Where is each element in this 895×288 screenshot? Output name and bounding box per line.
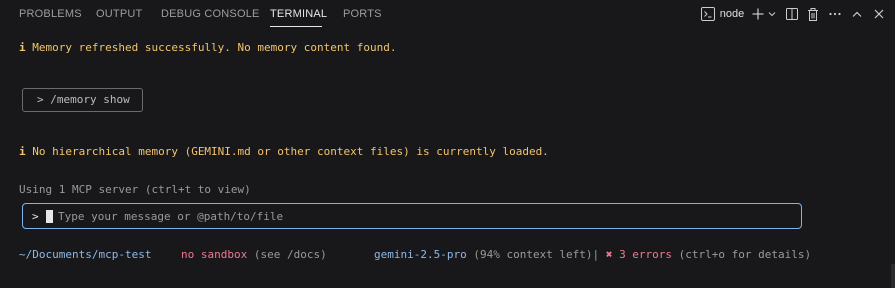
active-tab-indicator: [270, 26, 322, 27]
tab-problems[interactable]: PROBLEMS: [19, 8, 82, 20]
text-cursor: [46, 210, 53, 223]
working-directory: ~/Documents/mcp-test: [19, 248, 152, 261]
memory-refreshed-text: Memory refreshed successfully. No memory…: [32, 41, 397, 54]
no-memory-text: No hierarchical memory (GEMINI.md or oth…: [32, 145, 549, 158]
sandbox-hint: (see /docs): [253, 248, 327, 261]
info-icon: i: [19, 41, 26, 54]
chevron-down-icon[interactable]: [767, 6, 776, 22]
sandbox-status: no sandbox (see /docs): [181, 248, 327, 262]
tab-output[interactable]: OUTPUT: [96, 8, 142, 20]
memory-refreshed-message: i Memory refreshed successfully. No memo…: [19, 41, 397, 55]
chevron-up-icon[interactable]: [851, 6, 863, 22]
panel-actions: node: [700, 6, 895, 22]
tab-terminal[interactable]: TERMINAL: [270, 8, 327, 20]
trash-icon[interactable]: [806, 6, 820, 22]
input-placeholder: Type your message or @path/to/file: [58, 210, 284, 223]
panel-tab-bar: PROBLEMS OUTPUT DEBUG CONSOLE TERMINAL P…: [0, 0, 895, 28]
message-input[interactable]: > Type your message or @path/to/file: [22, 203, 802, 229]
sandbox-label: no sandbox: [181, 248, 248, 261]
errors-hint: (ctrl+o for details): [678, 248, 812, 261]
terminal-name-label[interactable]: node: [719, 6, 745, 22]
more-icon[interactable]: [828, 6, 842, 22]
split-icon[interactable]: [785, 6, 799, 22]
close-icon[interactable]: [873, 6, 885, 22]
context-left: (94% context left)|: [473, 248, 600, 261]
tab-ports[interactable]: PORTS: [343, 8, 382, 20]
info-icon: i: [19, 145, 26, 158]
scrollbar[interactable]: [891, 264, 895, 288]
memory-show-command: > /memory show: [22, 88, 143, 112]
model-status: gemini-2.5-pro (94% context left)| ✖ 3 e…: [374, 248, 811, 262]
input-prompt: >: [32, 210, 39, 223]
model-name: gemini-2.5-pro: [374, 248, 467, 261]
tab-debug-console[interactable]: DEBUG CONSOLE: [161, 8, 260, 20]
mcp-server-status: Using 1 MCP server (ctrl+t to view): [19, 183, 251, 196]
terminal-icon[interactable]: [700, 6, 716, 22]
error-icon: ✖: [605, 248, 613, 261]
plus-icon[interactable]: [751, 6, 765, 22]
error-count: 3 errors: [619, 248, 673, 261]
no-memory-message: i No hierarchical memory (GEMINI.md or o…: [19, 145, 549, 159]
